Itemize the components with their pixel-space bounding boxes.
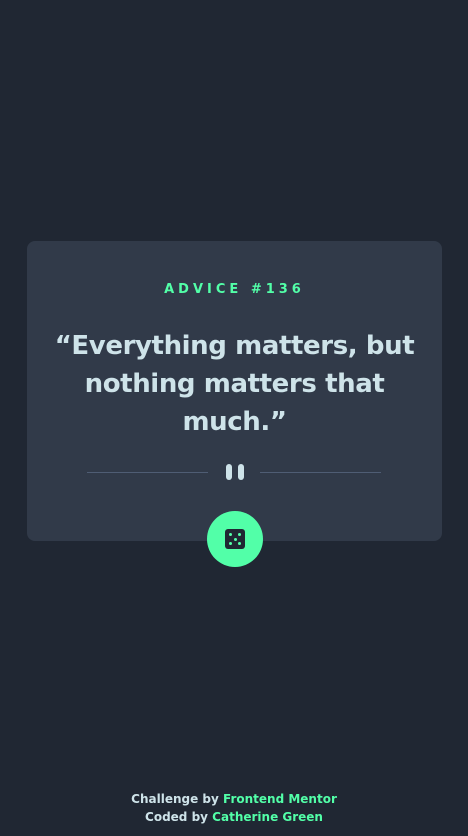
challenge-prefix: Challenge by: [131, 792, 219, 806]
advice-card: ADVICE #136 “Everything matters, but not…: [27, 241, 442, 541]
generate-advice-button[interactable]: [207, 511, 263, 567]
pause-icon: [224, 464, 246, 480]
dice-icon: [225, 529, 245, 549]
coded-line: Coded by Catherine Green: [0, 808, 468, 826]
divider-line-left: [87, 472, 208, 473]
dice-pip: [238, 533, 241, 536]
attribution: Challenge by Frontend Mentor Coded by Ca…: [0, 790, 468, 826]
divider: [27, 463, 442, 481]
challenge-line: Challenge by Frontend Mentor: [0, 790, 468, 808]
dice-pip: [233, 537, 237, 541]
author-link[interactable]: Catherine Green: [212, 810, 323, 824]
pause-bar-left: [226, 464, 232, 480]
advice-id: ADVICE #136: [164, 282, 305, 297]
divider-line-right: [260, 472, 381, 473]
dice-pip: [229, 533, 232, 536]
dice-pip: [238, 542, 241, 545]
coded-prefix: Coded by: [145, 810, 208, 824]
frontend-mentor-link[interactable]: Frontend Mentor: [223, 792, 337, 806]
dice-pip: [229, 542, 232, 545]
pause-bar-right: [238, 464, 244, 480]
advice-text: “Everything matters, but nothing matters…: [54, 331, 415, 437]
